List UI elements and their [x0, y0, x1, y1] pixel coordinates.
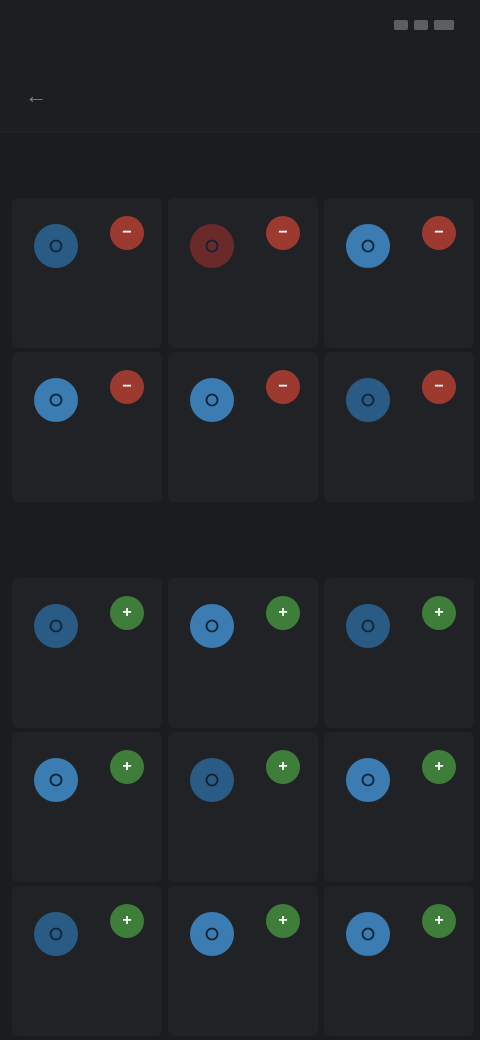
control-icon: [346, 912, 390, 956]
control-tile[interactable]: +: [168, 886, 318, 1036]
control-icon: [34, 604, 78, 648]
status-icons: [394, 20, 454, 30]
control-tile[interactable]: −: [324, 352, 474, 502]
control-tile[interactable]: −: [12, 198, 162, 348]
control-tile[interactable]: −: [12, 352, 162, 502]
control-icon: [34, 912, 78, 956]
more-controls-grid: + + + + + + + + +: [12, 578, 474, 1040]
active-controls-grid: − − − − − −: [12, 198, 474, 506]
add-control-button[interactable]: +: [266, 750, 300, 784]
control-icon: [346, 604, 390, 648]
control-tile[interactable]: +: [168, 578, 318, 728]
control-tile[interactable]: +: [12, 732, 162, 882]
screen: ← − − − − − − + + + + + + + + +: [0, 0, 480, 1040]
add-control-button[interactable]: +: [422, 750, 456, 784]
control-tile[interactable]: +: [168, 732, 318, 882]
control-tile[interactable]: +: [324, 732, 474, 882]
remove-control-button[interactable]: −: [422, 216, 456, 250]
signal-icon: [394, 20, 408, 30]
control-icon: [346, 758, 390, 802]
battery-icon: [434, 20, 454, 30]
remove-control-button[interactable]: −: [110, 370, 144, 404]
add-control-button[interactable]: +: [110, 750, 144, 784]
add-control-button[interactable]: +: [266, 904, 300, 938]
wifi-icon: [414, 20, 428, 30]
control-tile[interactable]: +: [324, 886, 474, 1036]
remove-control-button[interactable]: −: [110, 216, 144, 250]
control-tile[interactable]: −: [324, 198, 474, 348]
control-tile[interactable]: +: [324, 578, 474, 728]
control-icon: [34, 224, 78, 268]
control-icon: [190, 224, 234, 268]
remove-control-button[interactable]: −: [266, 216, 300, 250]
control-icon: [190, 378, 234, 422]
control-tile[interactable]: −: [168, 198, 318, 348]
control-icon: [34, 758, 78, 802]
control-icon: [190, 604, 234, 648]
control-icon: [346, 224, 390, 268]
status-bar: [0, 0, 480, 60]
control-tile[interactable]: +: [12, 578, 162, 728]
add-control-button[interactable]: +: [110, 904, 144, 938]
control-tile[interactable]: +: [12, 886, 162, 1036]
control-icon: [346, 378, 390, 422]
add-control-button[interactable]: +: [422, 904, 456, 938]
control-icon: [34, 378, 78, 422]
control-icon: [190, 912, 234, 956]
remove-control-button[interactable]: −: [266, 370, 300, 404]
control-icon: [190, 758, 234, 802]
add-control-button[interactable]: +: [110, 596, 144, 630]
add-control-button[interactable]: +: [422, 596, 456, 630]
add-control-button[interactable]: +: [266, 596, 300, 630]
back-arrow-icon: ←: [25, 83, 47, 108]
remove-control-button[interactable]: −: [422, 370, 456, 404]
header: ←: [0, 60, 480, 133]
back-button[interactable]: ←: [18, 78, 54, 114]
control-tile[interactable]: −: [168, 352, 318, 502]
